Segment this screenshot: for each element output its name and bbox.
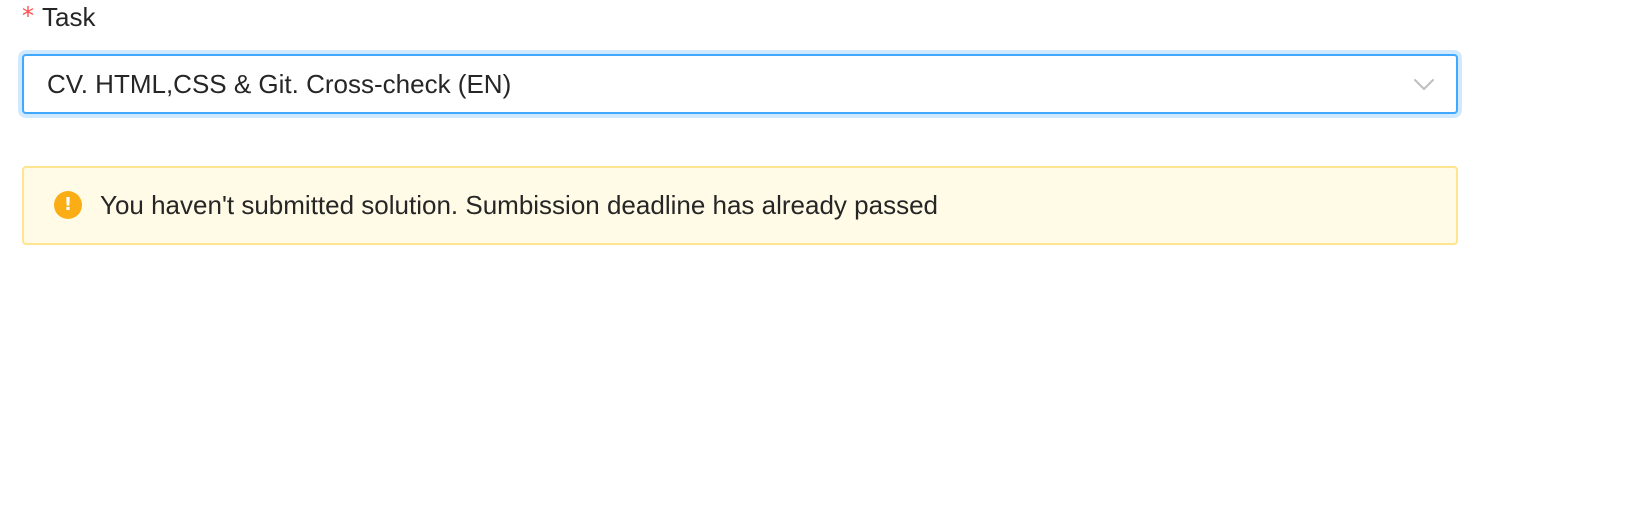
task-label-text: Task: [42, 2, 96, 32]
warning-alert: ! You haven't submitted solution. Sumbis…: [22, 166, 1458, 245]
task-form-item: * Task CV. HTML,CSS & Git. Cross-check (…: [22, 0, 1462, 114]
chevron-down-icon[interactable]: [1412, 73, 1436, 95]
required-mark: *: [22, 2, 34, 30]
exclamation-circle-icon: !: [54, 191, 82, 219]
task-label: * Task: [22, 0, 1462, 34]
task-select[interactable]: CV. HTML,CSS & Git. Cross-check (EN): [22, 54, 1458, 114]
task-select-value: CV. HTML,CSS & Git. Cross-check (EN): [47, 69, 512, 99]
alert-message: You haven't submitted solution. Sumbissi…: [100, 190, 938, 220]
